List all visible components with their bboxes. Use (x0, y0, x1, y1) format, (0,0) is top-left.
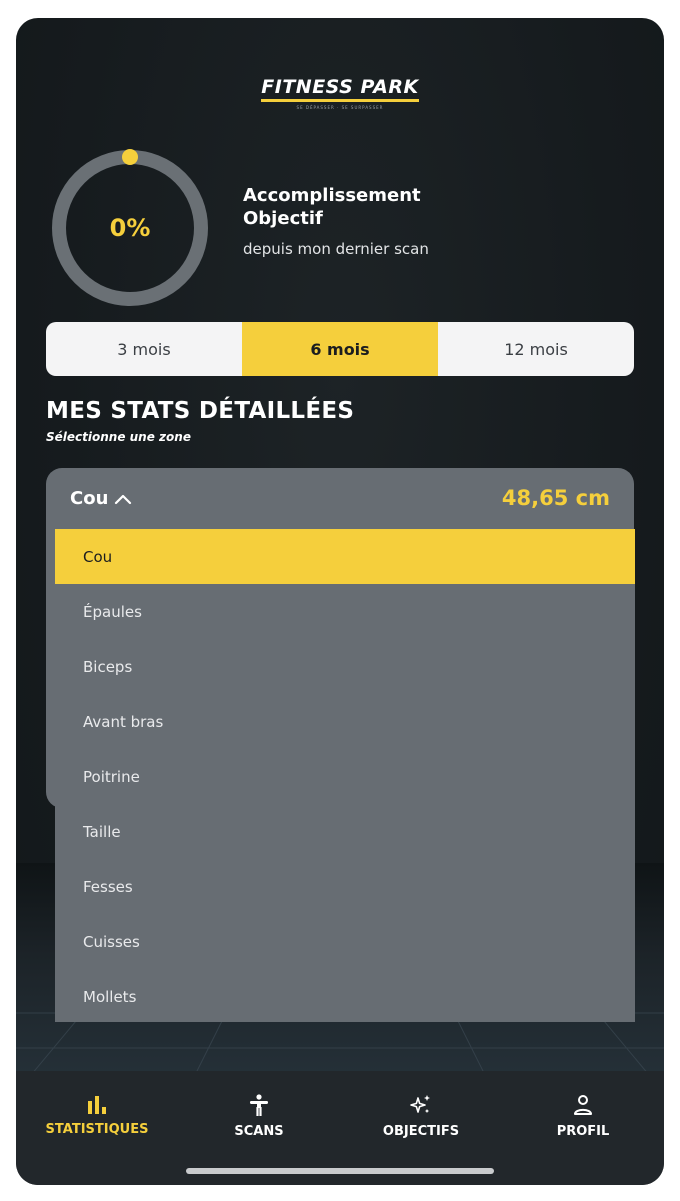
zone-value: 48,65 cm (501, 486, 610, 510)
tab-profil[interactable]: PROFIL (502, 1071, 664, 1185)
sparkles-icon (410, 1095, 430, 1113)
section-subtitle: Sélectionne une zone (46, 430, 191, 444)
period-selector: 3 mois 6 mois 12 mois (46, 322, 634, 376)
goal-title: Accomplissement Objectif (243, 185, 421, 229)
progress-percent: 0% (109, 214, 151, 242)
logo-tagline: SE DÉPASSER · SE SURPASSER (296, 105, 384, 110)
goal-block: Accomplissement Objectif depuis mon dern… (243, 184, 473, 258)
logo-text: FITNESS PARK (261, 76, 419, 102)
zone-select[interactable]: Cou (70, 488, 132, 509)
user-icon (574, 1095, 592, 1115)
zone-option-epaules[interactable]: Épaules (55, 584, 635, 639)
zone-select-label: Cou (70, 488, 109, 509)
chevron-up-icon (115, 494, 132, 504)
zone-option-biceps[interactable]: Biceps (55, 639, 635, 694)
bar-chart-icon (88, 1096, 106, 1114)
zone-option-mollets[interactable]: Mollets (55, 969, 635, 1024)
zone-option-poitrine[interactable]: Poitrine (55, 749, 635, 804)
section-title: MES STATS DÉTAILLÉES (46, 398, 355, 424)
zone-option-avant-bras[interactable]: Avant bras (55, 694, 635, 749)
home-indicator (186, 1168, 494, 1174)
tab-objectifs-label: OBJECTIFS (382, 1124, 460, 1139)
period-12-months[interactable]: 12 mois (438, 322, 634, 376)
tab-statistiques-label: STATISTIQUES (45, 1122, 149, 1137)
zone-option-cou[interactable]: Cou (55, 529, 635, 584)
zone-option-fesses[interactable]: Fesses (55, 859, 635, 914)
goal-subtitle: depuis mon dernier scan (243, 240, 429, 258)
app-screen: FITNESS PARK SE DÉPASSER · SE SURPASSER … (16, 18, 664, 1185)
brand-logo: FITNESS PARK SE DÉPASSER · SE SURPASSER (16, 76, 664, 110)
zone-dropdown: Cou Épaules Biceps Avant bras Poitrine T… (55, 529, 635, 1022)
period-6-months[interactable]: 6 mois (242, 322, 438, 376)
zone-option-cuisses[interactable]: Cuisses (55, 914, 635, 969)
tab-profil-label: PROFIL (556, 1124, 610, 1139)
body-icon (250, 1094, 268, 1116)
period-3-months[interactable]: 3 mois (46, 322, 242, 376)
tab-scans-label: SCANS (234, 1124, 284, 1139)
tab-statistiques[interactable]: STATISTIQUES (16, 1071, 178, 1185)
zone-option-taille[interactable]: Taille (55, 804, 635, 859)
